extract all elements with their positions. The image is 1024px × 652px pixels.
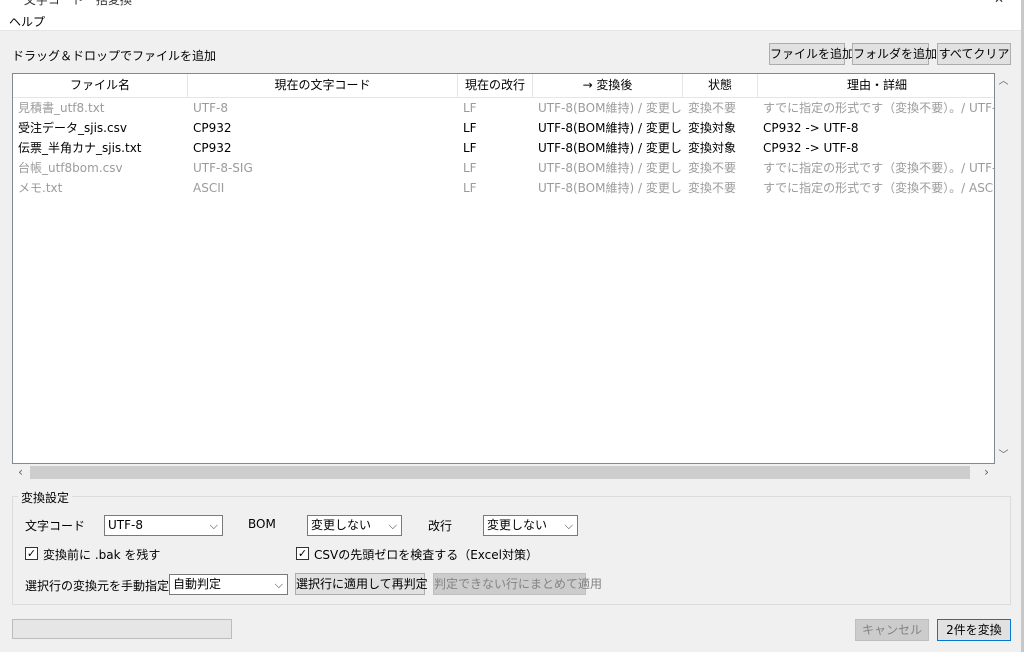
title-bar: ー 文字コード一括変換 — ✕ bbox=[0, 0, 1024, 12]
encoding-select[interactable]: UTF-8 ⌵ bbox=[104, 515, 223, 536]
newline-label: 改行 bbox=[428, 519, 453, 533]
column-header-filename[interactable]: ファイル名 bbox=[13, 74, 188, 98]
chevron-down-icon: ⌵ bbox=[564, 519, 573, 532]
cell-target: UTF-8(BOM維持) / 変更しな bbox=[538, 181, 683, 195]
menu-help[interactable]: ヘルプ bbox=[9, 13, 45, 30]
table-row[interactable]: 受注データ_sjis.csv CP932 LF UTF-8(BOM維持) / 変… bbox=[13, 118, 994, 138]
scroll-up-icon[interactable]: ︿ bbox=[995, 73, 1012, 90]
horizontal-scrollbar[interactable]: ‹ › bbox=[12, 464, 995, 481]
cell-current-newline: LF bbox=[463, 101, 477, 115]
cell-current-newline: LF bbox=[463, 181, 477, 195]
csv-zero-checkbox-label[interactable]: CSVの先頭ゼロを検査する（Excel対策） bbox=[314, 546, 538, 563]
cell-detail: CP932 -> UTF-8 bbox=[763, 121, 859, 135]
cell-current-newline: LF bbox=[463, 161, 477, 175]
column-header-detail[interactable]: 理由・詳細 bbox=[758, 74, 994, 98]
checkmark-icon: ✓ bbox=[26, 547, 37, 560]
cell-current-encoding: ASCII bbox=[193, 181, 225, 195]
manual-source-select-value: 自動判定 bbox=[173, 577, 222, 591]
chevron-down-icon: ⌵ bbox=[274, 578, 283, 591]
cell-target: UTF-8(BOM維持) / 変更しな bbox=[538, 141, 683, 155]
cell-filename: 受注データ_sjis.csv bbox=[18, 121, 127, 135]
cell-status: 変換対象 bbox=[688, 141, 737, 155]
cell-target: UTF-8(BOM維持) / 変更しな bbox=[538, 101, 683, 115]
cell-detail: すでに指定の形式です（変換不要）。/ UTF-8 bbox=[763, 101, 995, 115]
cell-status: 変換不要 bbox=[688, 181, 737, 195]
convert-button[interactable]: 2件を変換 bbox=[937, 619, 1011, 641]
table-row[interactable]: 伝票_半角カナ_sjis.txt CP932 LF UTF-8(BOM維持) /… bbox=[13, 138, 994, 158]
cell-filename: メモ.txt bbox=[18, 181, 63, 195]
cell-filename: 台帳_utf8bom.csv bbox=[18, 161, 123, 175]
column-header-current-encoding[interactable]: 現在の文字コード bbox=[188, 74, 458, 98]
cell-current-newline: LF bbox=[463, 121, 477, 135]
bak-checkbox-label[interactable]: 変換前に .bak を残す bbox=[43, 546, 160, 563]
column-header-current-newline[interactable]: 現在の改行 bbox=[458, 74, 533, 98]
menu-bar: ヘルプ bbox=[0, 12, 1024, 31]
cell-filename: 伝票_半角カナ_sjis.txt bbox=[18, 141, 142, 155]
cell-status: 変換不要 bbox=[688, 101, 737, 115]
encoding-select-value: UTF-8 bbox=[108, 518, 143, 532]
scroll-left-icon[interactable]: ‹ bbox=[12, 464, 29, 481]
scroll-right-icon[interactable]: › bbox=[978, 464, 995, 481]
file-table[interactable]: ファイル名 現在の文字コード 現在の改行 → 変換後 状態 理由・詳細 見積書_… bbox=[12, 73, 995, 464]
cell-target: UTF-8(BOM維持) / 変更しな bbox=[538, 161, 683, 175]
manual-source-select[interactable]: 自動判定 ⌵ bbox=[169, 574, 288, 595]
bom-select[interactable]: 変更しない ⌵ bbox=[307, 515, 402, 536]
cell-current-newline: LF bbox=[463, 141, 477, 155]
window-title: ー 文字コード一括変換 bbox=[8, 0, 132, 7]
apply-unjudgeable-button[interactable]: 判定できない行にまとめて適用 bbox=[433, 573, 602, 595]
cancel-button[interactable]: キャンセル bbox=[855, 619, 929, 641]
clear-all-button[interactable]: すべてクリア bbox=[937, 43, 1011, 65]
newline-select[interactable]: 変更しない ⌵ bbox=[483, 515, 578, 536]
table-header: ファイル名 現在の文字コード 現在の改行 → 変換後 状態 理由・詳細 bbox=[13, 74, 994, 98]
minimize-icon[interactable]: — bbox=[946, 0, 960, 6]
cell-status: 変換不要 bbox=[688, 161, 737, 175]
manual-source-label: 選択行の変換元を手動指定 bbox=[25, 579, 170, 593]
cell-current-encoding: CP932 bbox=[193, 141, 232, 155]
cell-current-encoding: UTF-8 bbox=[193, 101, 228, 115]
column-header-target[interactable]: → 変換後 bbox=[533, 74, 683, 98]
cell-filename: 見積書_utf8.txt bbox=[18, 101, 105, 115]
csv-zero-checkbox[interactable]: ✓ bbox=[296, 547, 309, 560]
add-folder-button[interactable]: フォルダを追加 bbox=[852, 43, 937, 65]
newline-select-value: 変更しない bbox=[487, 518, 548, 532]
table-row[interactable]: 見積書_utf8.txt UTF-8 LF UTF-8(BOM維持) / 変更し… bbox=[13, 98, 995, 118]
table-row[interactable]: メモ.txt ASCII LF UTF-8(BOM維持) / 変更しな 変換不要… bbox=[13, 178, 995, 198]
apply-rejudge-button[interactable]: 選択行に適用して再判定 bbox=[295, 573, 428, 595]
drop-hint-label: ドラッグ＆ドロップでファイルを追加 bbox=[12, 49, 217, 63]
chevron-down-icon: ⌵ bbox=[388, 519, 397, 532]
cell-status: 変換対象 bbox=[688, 121, 737, 135]
chevron-down-icon: ⌵ bbox=[209, 519, 218, 532]
cell-detail: すでに指定の形式です（変換不要）。/ ASCII - bbox=[763, 181, 995, 195]
vertical-scrollbar[interactable]: ︿ ﹀ bbox=[995, 73, 1012, 464]
bom-select-value: 変更しない bbox=[311, 518, 372, 532]
column-header-status[interactable]: 状態 bbox=[683, 74, 758, 98]
add-file-button[interactable]: ファイルを追加 bbox=[769, 43, 854, 65]
cell-detail: すでに指定の形式です（変換不要）。/ UTF-8( bbox=[763, 161, 995, 175]
cell-detail: CP932 -> UTF-8 bbox=[763, 141, 859, 155]
progress-bar bbox=[12, 619, 232, 639]
cell-current-encoding: CP932 bbox=[193, 121, 232, 135]
table-row[interactable]: 台帳_utf8bom.csv UTF-8-SIG LF UTF-8(BOM維持)… bbox=[13, 158, 995, 178]
encoding-label: 文字コード bbox=[25, 519, 86, 533]
scroll-down-icon[interactable]: ﹀ bbox=[995, 447, 1012, 464]
conversion-settings-label: 変換設定 bbox=[18, 489, 73, 506]
horizontal-scroll-thumb[interactable] bbox=[30, 466, 970, 479]
cell-current-encoding: UTF-8-SIG bbox=[193, 161, 253, 175]
bak-checkbox[interactable]: ✓ bbox=[25, 547, 38, 560]
cell-target: UTF-8(BOM維持) / 変更しな bbox=[538, 121, 683, 135]
checkmark-icon: ✓ bbox=[297, 547, 308, 560]
close-icon[interactable]: ✕ bbox=[992, 0, 1006, 6]
bom-label: BOM bbox=[248, 517, 276, 531]
